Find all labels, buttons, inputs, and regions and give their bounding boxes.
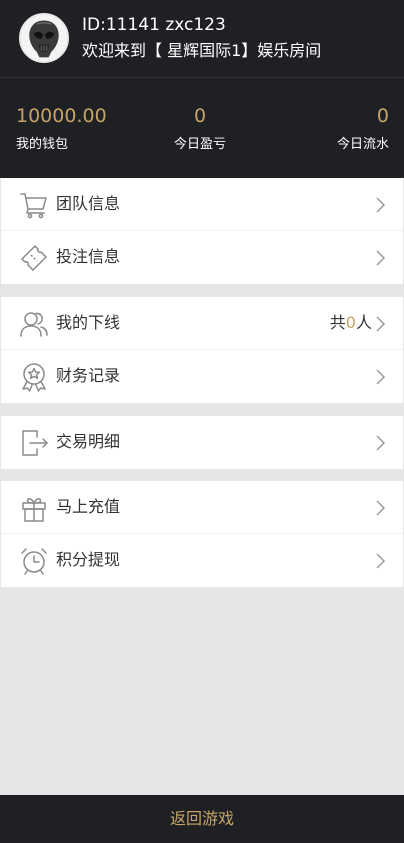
- chevron-right-icon: [374, 368, 386, 386]
- menu-item-finance[interactable]: 财务记录: [1, 350, 403, 403]
- menu-item-team[interactable]: 团队信息: [1, 178, 403, 231]
- user-id: ID:11141 zxc123: [82, 15, 226, 35]
- menu-group-2: 我的下线 共0人 财务记录: [1, 297, 403, 403]
- users-icon: [18, 308, 50, 340]
- avatar[interactable]: [19, 13, 69, 63]
- menu-item-label: 积分提现: [56, 550, 121, 569]
- profit-label: 今日盈亏: [173, 137, 226, 152]
- stat-flow: 0 今日流水: [337, 104, 389, 154]
- menu-item-transaction[interactable]: 交易明细: [1, 416, 403, 469]
- medal-icon: [18, 361, 50, 393]
- menu-item-label: 交易明细: [56, 432, 121, 451]
- chevron-right-icon: [374, 315, 386, 333]
- menu-item-bet[interactable]: 投注信息: [1, 231, 403, 284]
- chevron-right-icon: [374, 196, 386, 214]
- chevron-right-icon: [374, 552, 386, 570]
- count-prefix: 共: [329, 313, 346, 332]
- user-row: ID:11141 zxc123 欢迎来到【 星辉国际1】娱乐房间: [0, 0, 404, 78]
- menu-item-withdraw[interactable]: 积分提现: [1, 534, 403, 587]
- menu-item-label: 我的下线: [56, 313, 121, 332]
- flow-value: 0: [376, 105, 389, 127]
- menu-item-label: 马上充值: [56, 497, 121, 516]
- page: ID:11141 zxc123 欢迎来到【 星辉国际1】娱乐房间 10000.0…: [0, 0, 404, 843]
- gift-icon: [18, 492, 50, 524]
- menu-item-label: 团队信息: [56, 194, 121, 213]
- exit-icon: [18, 427, 50, 459]
- wallet-value: 10000.00: [16, 105, 107, 127]
- alarm-clock-icon: [18, 545, 50, 577]
- menu-group-4: 马上充值 积分提现: [1, 481, 403, 587]
- menu-group-1: 团队信息 投注信息: [1, 178, 403, 284]
- wallet-label: 我的钱包: [16, 137, 69, 152]
- count-suffix: 人: [355, 313, 372, 332]
- ticket-icon: [18, 242, 50, 274]
- profit-value: 0: [193, 105, 207, 127]
- stat-profit: 0 今日盈亏: [171, 104, 229, 154]
- chevron-right-icon: [374, 499, 386, 517]
- menu-group-3: 交易明细: [1, 416, 403, 469]
- account-header: ID:11141 zxc123 欢迎来到【 星辉国际1】娱乐房间 10000.0…: [0, 0, 404, 178]
- chevron-right-icon: [374, 434, 386, 452]
- welcome-text: 欢迎来到【 星辉国际1】娱乐房间: [82, 41, 322, 60]
- menu-item-label: 投注信息: [56, 247, 121, 266]
- back-to-game-bar[interactable]: 返回游戏: [0, 795, 404, 843]
- downline-count: 共0人: [330, 312, 372, 334]
- chevron-right-icon: [374, 249, 386, 267]
- menu-item-label: 财务记录: [56, 366, 121, 385]
- menu-item-recharge[interactable]: 马上充值: [1, 481, 403, 534]
- alien-helmet-avatar-icon: [21, 15, 67, 61]
- menu-item-downline[interactable]: 我的下线 共0人: [1, 297, 403, 350]
- cart-icon: [18, 189, 50, 221]
- back-to-game-button[interactable]: 返回游戏: [170, 808, 234, 830]
- stat-wallet[interactable]: 10000.00 我的钱包: [16, 104, 107, 154]
- flow-label: 今日流水: [336, 137, 389, 152]
- count-number: 0: [345, 313, 356, 332]
